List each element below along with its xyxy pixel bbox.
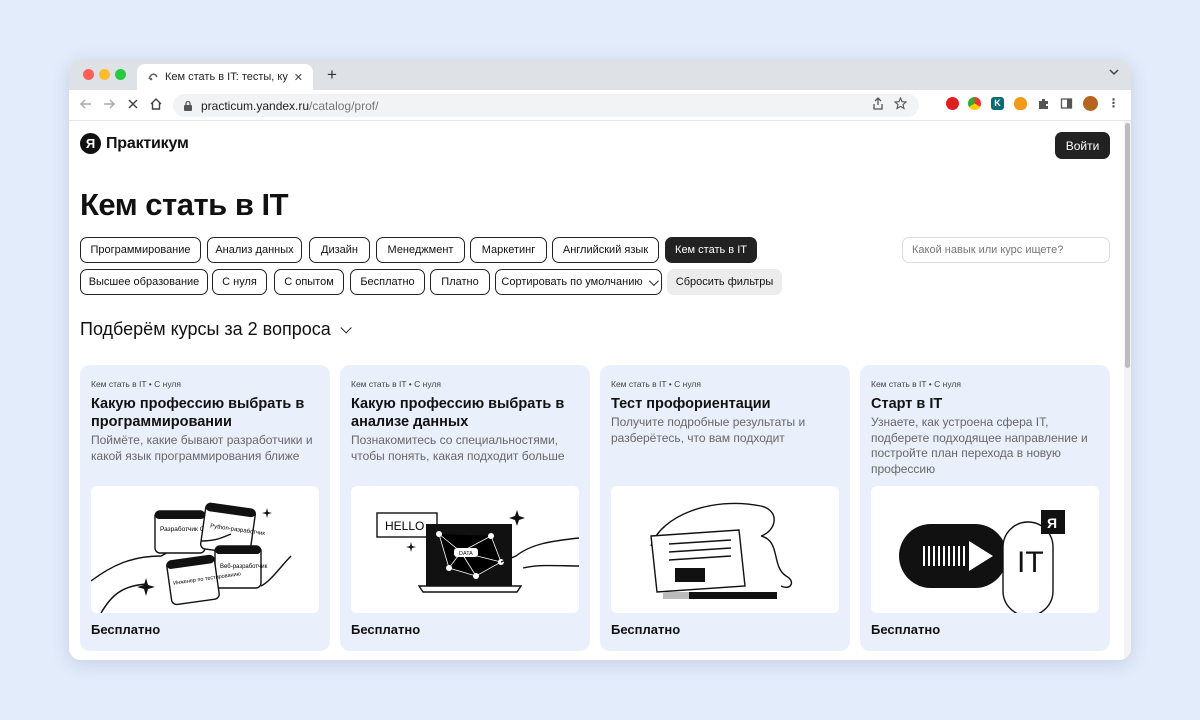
card-description: Получите подробные результаты и разберёт… (611, 415, 806, 445)
card-illustration-label-data: DATA (459, 551, 473, 557)
course-card-start-it[interactable]: Кем стать в IT • С нуля Старт в IT Узнае… (860, 365, 1110, 651)
reset-filters-button[interactable]: Сбросить фильтры (667, 269, 782, 295)
address-bar[interactable]: practicum.yandex.ru/catalog/prof/ (173, 94, 919, 117)
sidebar-icon[interactable] (1060, 97, 1073, 110)
k-extension-icon[interactable]: K (991, 97, 1004, 110)
stop-icon[interactable] (124, 97, 142, 115)
sort-label: Сортировать по умолчанию (501, 276, 643, 288)
logo-text: Практикум (106, 134, 189, 152)
quiz-toggle[interactable]: Подберём курсы за 2 вопроса (80, 319, 352, 340)
card-illustration: Разработчик C++ Python-разработчик Веб-р… (91, 486, 319, 613)
colorful-extension-icon[interactable] (968, 97, 981, 110)
card-title: Какую профессию выбрать в программирован… (91, 396, 305, 430)
card-price: Бесплатно (611, 622, 681, 637)
home-icon[interactable] (147, 97, 165, 115)
tab-search-chevron-icon[interactable] (1109, 68, 1119, 79)
sort-dropdown[interactable]: Сортировать по умолчанию (495, 269, 662, 295)
avatar[interactable] (1083, 96, 1098, 111)
filter-chip-higher-education[interactable]: Высшее образование (80, 269, 208, 295)
omnibox-actions (872, 96, 908, 113)
page-title: Кем стать в IT (80, 187, 289, 222)
lock-icon (183, 100, 193, 112)
filter-chip-data-analysis[interactable]: Анализ данных (207, 237, 302, 263)
scrollbar-thumb[interactable] (1125, 123, 1130, 368)
quiz-title: Подберём курсы за 2 вопроса (80, 319, 331, 339)
card-illustration: IT Я (871, 486, 1099, 613)
tab-title: Кем стать в IT: тесты, курсы... (165, 71, 288, 83)
maximize-window-button[interactable] (115, 69, 126, 80)
card-illustration-label-ya: Я (1047, 515, 1057, 531)
course-card-data-analysis[interactable]: Кем стать в IT • С нуля Какую профессию … (340, 365, 590, 651)
course-card-programming[interactable]: Кем стать в IT • С нуля Какую профессию … (80, 365, 330, 651)
chevron-down-icon (648, 275, 659, 286)
tab-active[interactable]: Кем стать в IT: тесты, курсы... ✕ (137, 64, 313, 90)
forward-icon[interactable] (100, 97, 118, 115)
filter-chip-design[interactable]: Дизайн (309, 237, 370, 263)
new-tab-button[interactable]: + (323, 66, 341, 84)
course-search-input[interactable] (902, 237, 1110, 263)
filter-chip-from-zero[interactable]: С нуля (212, 269, 267, 295)
card-illustration-label-hello: HELLO (385, 519, 424, 533)
login-button[interactable]: Войти (1055, 132, 1110, 159)
menu-kebab-icon[interactable]: ⋮ (1107, 97, 1120, 110)
close-window-button[interactable] (83, 69, 94, 80)
url-host: practicum.yandex.ru (201, 98, 310, 113)
filter-chip-programming[interactable]: Программирование (80, 237, 201, 263)
favicon-icon (147, 71, 159, 83)
card-crumb: Кем стать в IT • С нуля (91, 379, 181, 389)
tab-strip: Кем стать в IT: тесты, курсы... ✕ + (69, 59, 1131, 90)
star-icon[interactable] (893, 96, 908, 113)
card-price: Бесплатно (351, 622, 421, 637)
filter-chip-paid[interactable]: Платно (430, 269, 490, 295)
back-icon[interactable] (77, 97, 95, 115)
card-price: Бесплатно (871, 622, 941, 637)
filter-chip-career-it[interactable]: Кем стать в IT (665, 237, 757, 263)
share-icon[interactable] (872, 97, 884, 113)
card-illustration-label-web: Веб-разработчик (220, 564, 268, 570)
card-crumb: Кем стать в IT • С нуля (611, 379, 701, 389)
practicum-logo[interactable]: Я Практикум (80, 133, 189, 154)
filter-chip-free[interactable]: Бесплатно (350, 269, 425, 295)
card-crumb: Кем стать в IT • С нуля (871, 379, 961, 389)
card-illustration: HELLO DATA (351, 486, 579, 613)
card-illustration-label-it: IT (1017, 546, 1044, 579)
opera-extension-icon[interactable] (946, 97, 959, 110)
card-description: Познакомитесь со специальностями, чтобы … (351, 433, 565, 463)
yandex-logo-icon: Я (80, 133, 101, 154)
tab-close-icon[interactable]: ✕ (294, 71, 303, 84)
card-price: Бесплатно (91, 622, 161, 637)
card-illustration (611, 486, 839, 613)
filter-chip-with-experience[interactable]: С опытом (274, 269, 344, 295)
card-title: Старт в IT (871, 396, 943, 412)
filter-chip-english[interactable]: Английский язык (552, 237, 659, 263)
card-crumb: Кем стать в IT • С нуля (351, 379, 441, 389)
card-title: Тест профориентации (611, 396, 771, 412)
fire-extension-icon[interactable] (1014, 97, 1027, 110)
card-description: Поймёте, какие бывают разработчики и как… (91, 433, 313, 463)
url-path: /catalog/prof/ (309, 98, 379, 113)
course-card-career-test[interactable]: Кем стать в IT • С нуля Тест профориента… (600, 365, 850, 651)
filter-chip-management[interactable]: Менеджмент (376, 237, 465, 263)
card-title: Какую профессию выбрать в анализе данных (351, 396, 565, 430)
extensions-icon[interactable] (1037, 97, 1050, 110)
browser-window: Кем стать в IT: тесты, курсы... ✕ + prac… (69, 59, 1131, 660)
filter-chip-marketing[interactable]: Маркетинг (470, 237, 547, 263)
minimize-window-button[interactable] (99, 69, 110, 80)
card-description: Узнаете, как устроена сфера IT, подберет… (871, 415, 1088, 476)
